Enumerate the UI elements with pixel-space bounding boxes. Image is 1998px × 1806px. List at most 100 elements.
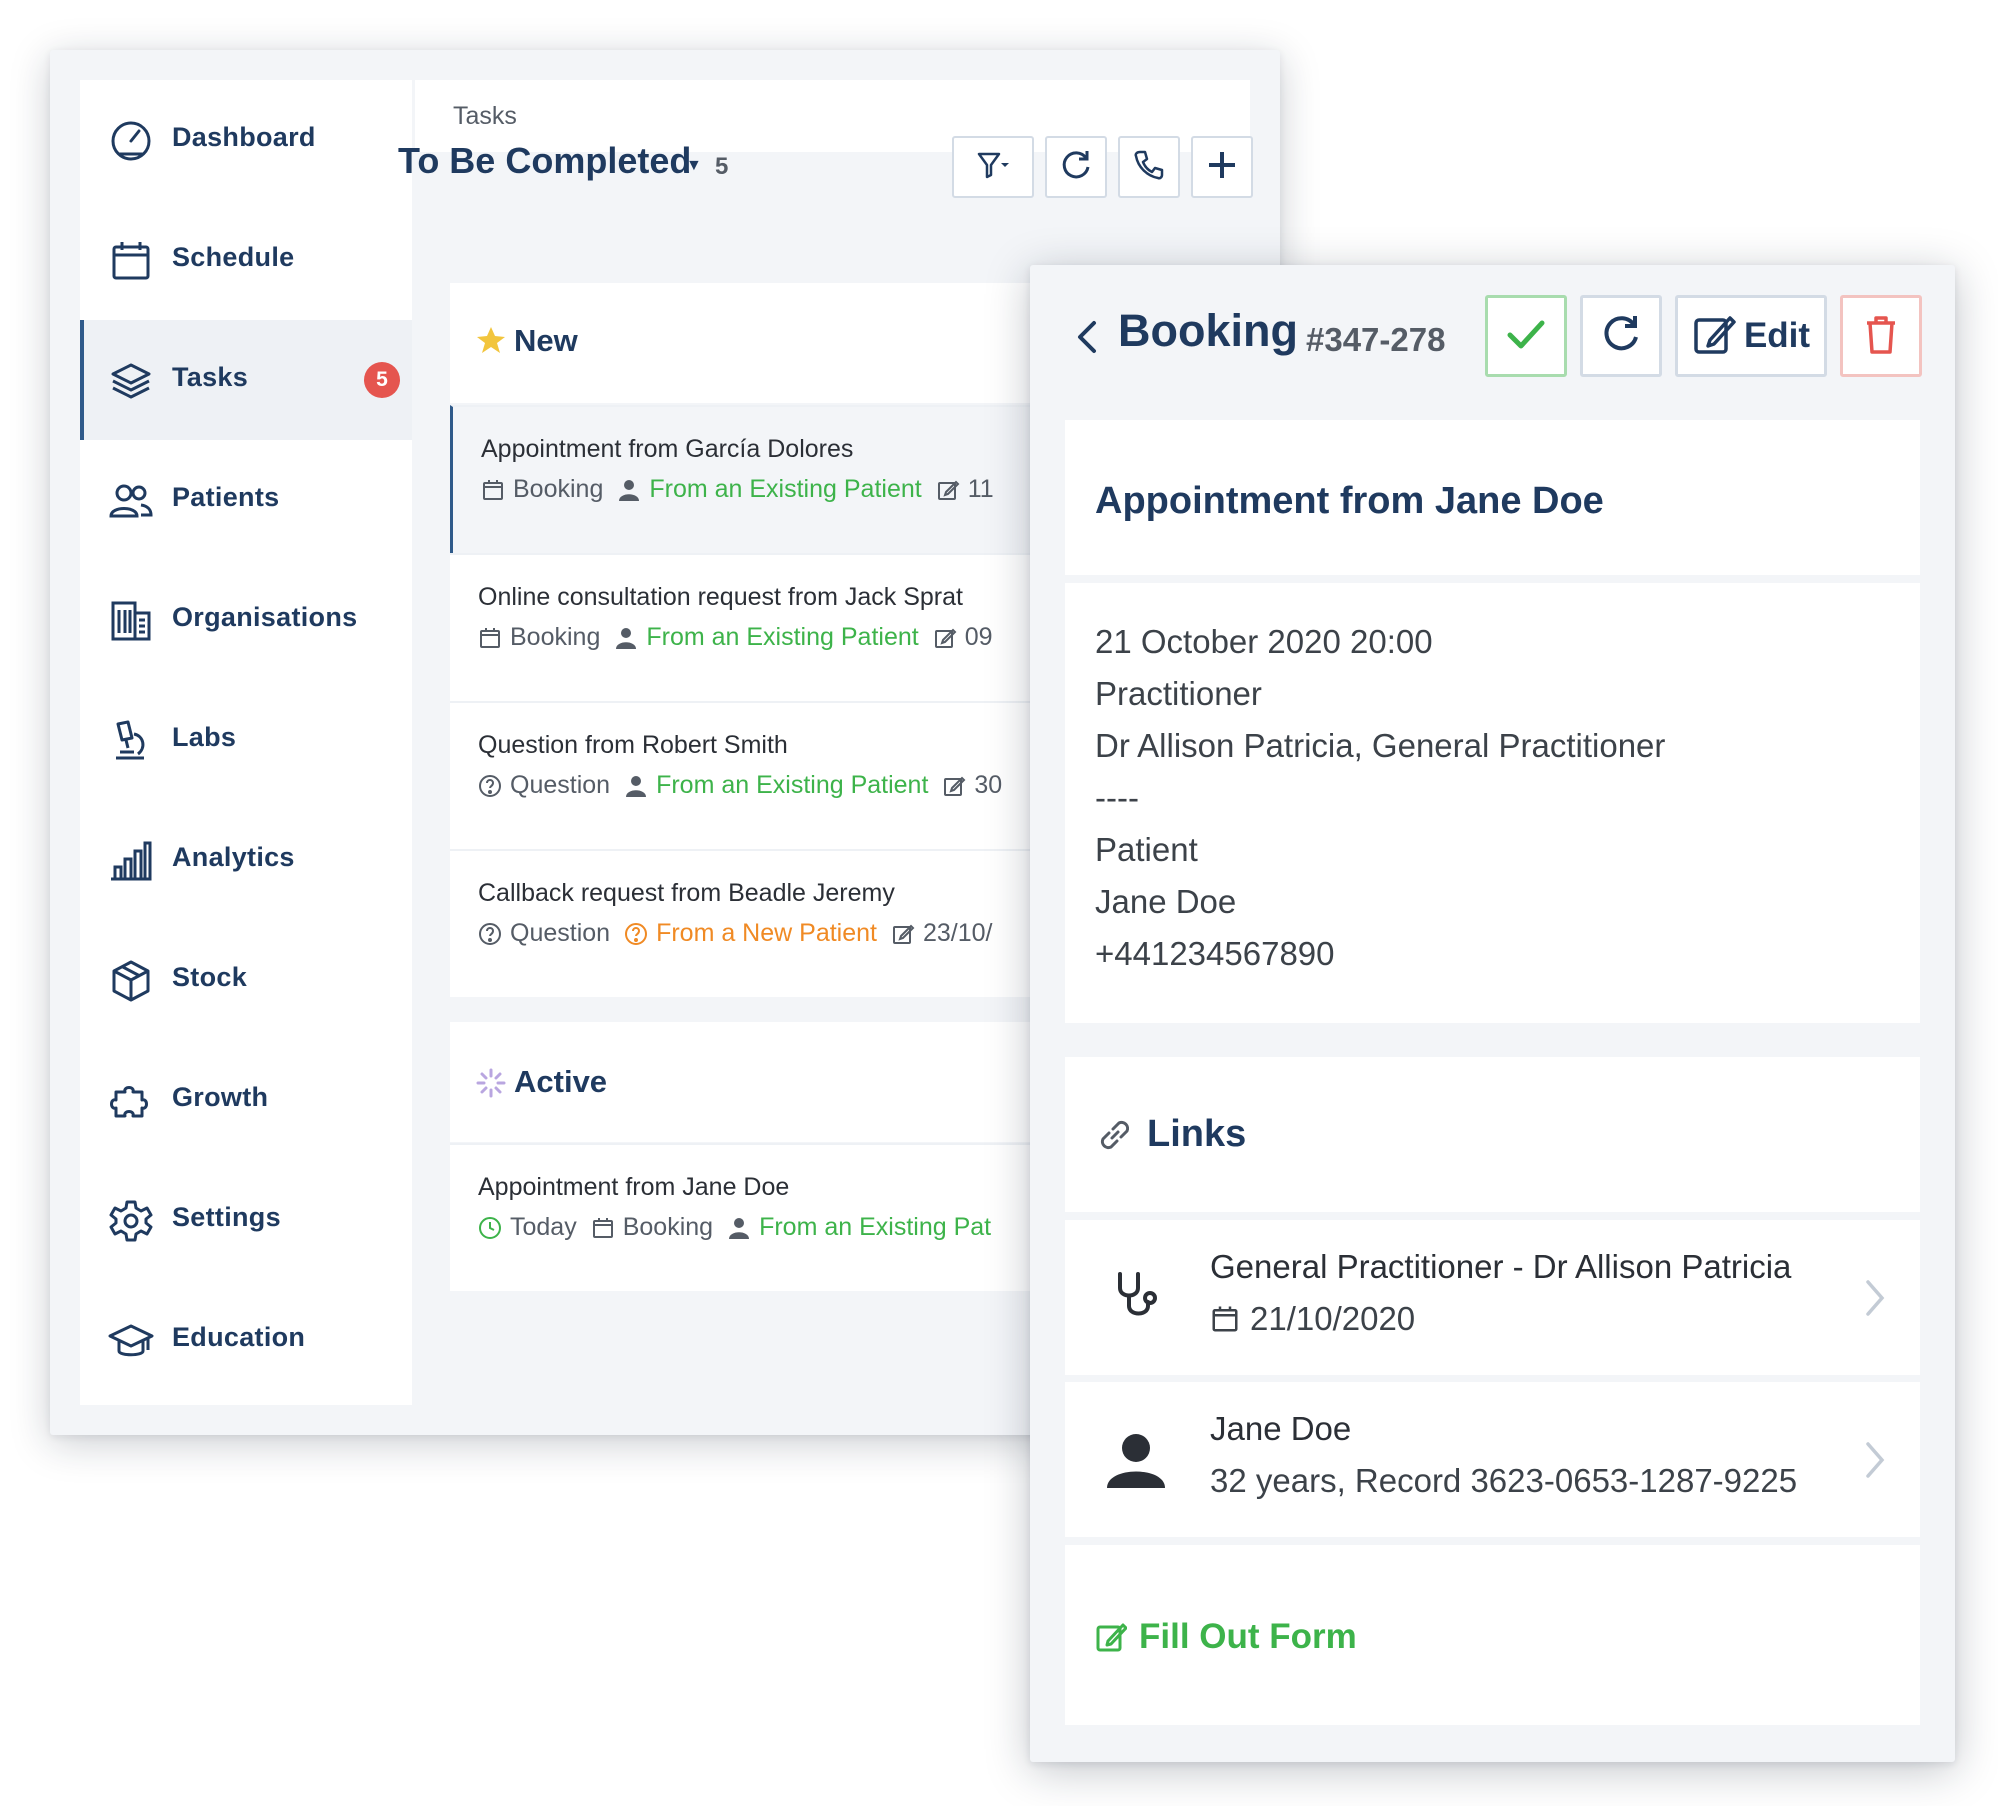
task-row[interactable]: Appointment from Jane Doe Today Booking …: [450, 1143, 1040, 1291]
patient-name: Jane Doe: [1095, 883, 1237, 920]
microscope-icon: [108, 718, 154, 764]
refresh-icon: [1599, 312, 1643, 361]
sidebar-item-label: Organisations: [172, 602, 358, 632]
fill-out-form-label: Fill Out Form: [1139, 1617, 1357, 1656]
sidebar-item-label: Patients: [172, 482, 280, 512]
clock-icon: [479, 1216, 501, 1239]
edit-icon: [892, 924, 915, 944]
filter-button[interactable]: [952, 136, 1034, 198]
fill-out-form-button[interactable]: Fill Out Form: [1095, 1617, 1357, 1657]
task-list-title[interactable]: To Be Completed: [398, 140, 691, 182]
complete-button[interactable]: [1485, 295, 1567, 377]
trash-icon: [1859, 312, 1903, 361]
plus-icon: [1205, 148, 1239, 187]
link-title: General Practitioner - Dr Allison Patric…: [1210, 1248, 1792, 1285]
task-source: From an Existing Patient: [646, 623, 919, 651]
detail-title: Booking: [1118, 305, 1298, 356]
phone-icon: [1132, 148, 1166, 187]
add-task-button[interactable]: [1191, 136, 1253, 198]
task-date: 23/10/: [922, 919, 993, 947]
task-row[interactable]: Callback request from Beadle Jeremy Ques…: [450, 849, 1040, 997]
section-title: New: [514, 323, 578, 358]
delete-button[interactable]: [1840, 295, 1922, 377]
task-count: 5: [715, 153, 729, 180]
task-meta: Question From a New Patient 23/10/: [478, 919, 993, 948]
puzzle-icon: [108, 1078, 154, 1124]
user-icon: [729, 1217, 750, 1239]
practitioner-name: Dr Allison Patricia, General Practitione…: [1095, 727, 1666, 764]
calendar-icon: [480, 627, 500, 648]
edit-button[interactable]: Edit: [1675, 295, 1827, 377]
task-row[interactable]: Appointment from García Dolores Booking …: [450, 405, 1040, 553]
appointment-datetime: 21 October 2020 20:00: [1095, 623, 1433, 660]
chevron-down-icon[interactable]: ▼: [686, 157, 702, 175]
link-date: 21/10/2020: [1250, 1300, 1416, 1337]
task-row[interactable]: Online consultation request from Jack Sp…: [450, 553, 1040, 701]
task-meta: Question From an Existing Patient 30: [478, 771, 1002, 800]
refresh-button[interactable]: [1045, 136, 1107, 198]
sidebar-item-education[interactable]: Education: [80, 1280, 412, 1400]
question-icon: [479, 922, 501, 945]
task-title: Appointment from Jane Doe: [478, 1173, 790, 1201]
sidebar-item-growth[interactable]: Growth: [80, 1040, 412, 1160]
sidebar-item-settings[interactable]: Settings: [80, 1160, 412, 1280]
sidebar-item-label: Education: [172, 1322, 306, 1352]
edit-icon: [937, 480, 960, 500]
task-type: Question: [510, 771, 611, 799]
sidebar-item-label: Schedule: [172, 242, 295, 272]
sidebar-item-tasks[interactable]: Tasks 5: [80, 320, 412, 440]
section-new-header: New: [450, 283, 1040, 403]
sidebar-item-organisations[interactable]: Organisations: [80, 560, 412, 680]
task-source: From an Existing Patient: [649, 475, 922, 503]
task-meta: Booking From an Existing Patient 11: [481, 475, 994, 504]
task-date: 09: [964, 623, 993, 651]
sidebar-item-patients[interactable]: Patients: [80, 440, 412, 560]
user-icon: [619, 479, 640, 501]
info-divider: ----: [1095, 779, 1139, 816]
detail-heading: Appointment from Jane Doe: [1095, 480, 1604, 522]
link-row-patient[interactable]: Jane Doe 32 years, Record 3623-0653-1287…: [1065, 1382, 1920, 1537]
task-source: From an Existing Patient: [656, 771, 929, 799]
sidebar: Dashboard Schedule Tasks 5 Patients Orga…: [80, 80, 412, 1405]
booking-detail-window: Booking #347-278 Edit Appointment from J…: [1030, 265, 1955, 1762]
sidebar-item-label: Dashboard: [172, 122, 316, 152]
calendar-icon: [1212, 1306, 1238, 1332]
task-type: Question: [510, 919, 611, 947]
user-icon: [1105, 1430, 1167, 1495]
sidebar-item-schedule[interactable]: Schedule: [80, 200, 412, 320]
link-subtitle: 21/10/2020: [1210, 1300, 1415, 1338]
info-label-patient: Patient: [1095, 831, 1198, 868]
sidebar-item-labs[interactable]: Labs: [80, 680, 412, 800]
gear-icon: [108, 1198, 154, 1244]
call-button[interactable]: [1118, 136, 1180, 198]
section-active-header: Active: [450, 1022, 1040, 1142]
link-title: Jane Doe: [1210, 1410, 1352, 1447]
task-date: 11: [967, 475, 994, 503]
layers-icon: [108, 358, 154, 404]
links-title: Links: [1147, 1113, 1247, 1155]
booking-reference: #347-278: [1306, 321, 1446, 358]
task-meta: Booking From an Existing Patient 09: [478, 623, 993, 652]
edit-icon: [1692, 312, 1736, 361]
link-row-practitioner[interactable]: General Practitioner - Dr Allison Patric…: [1065, 1220, 1920, 1375]
box-icon: [108, 958, 154, 1004]
fill-out-form-card: Fill Out Form: [1065, 1545, 1920, 1725]
back-chevron-icon[interactable]: [1074, 317, 1100, 362]
task-title: Appointment from García Dolores: [481, 435, 854, 463]
detail-info-card: 21 October 2020 20:00 Practitioner Dr Al…: [1065, 583, 1920, 1023]
link-subtitle: 32 years, Record 3623-0653-1287-9225: [1210, 1462, 1798, 1499]
sidebar-item-stock[interactable]: Stock: [80, 920, 412, 1040]
refresh-button[interactable]: [1580, 295, 1662, 377]
sidebar-item-label: Analytics: [172, 842, 295, 872]
sidebar-item-label: Stock: [172, 962, 248, 992]
task-source: From an Existing Pat: [759, 1213, 992, 1241]
task-row[interactable]: Question from Robert Smith Question From…: [450, 701, 1040, 849]
breadcrumb: Tasks: [453, 102, 517, 130]
check-icon: [1504, 312, 1548, 361]
sidebar-item-dashboard[interactable]: Dashboard: [80, 80, 412, 200]
edit-icon: [944, 776, 966, 796]
detail-heading-card: Appointment from Jane Doe: [1065, 420, 1920, 575]
question-icon: [479, 774, 501, 797]
sidebar-item-analytics[interactable]: Analytics: [80, 800, 412, 920]
sidebar-item-label: Labs: [172, 722, 237, 752]
